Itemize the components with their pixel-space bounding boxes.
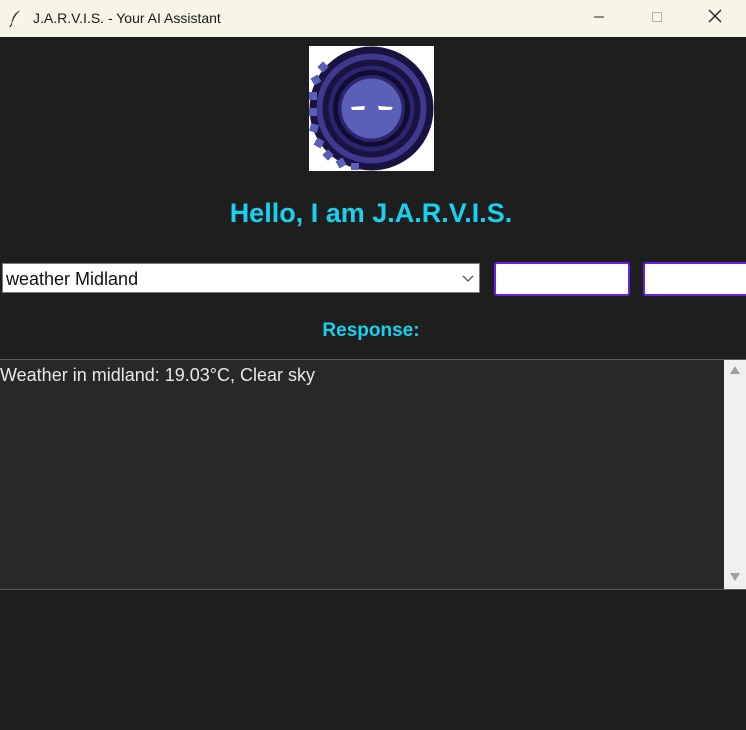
secondary-button[interactable] — [643, 262, 746, 296]
feather-icon — [8, 9, 24, 28]
close-button[interactable] — [686, 0, 744, 37]
greeting-heading: Hello, I am J.A.R.V.I.S. — [229, 198, 513, 228]
triangle-down-icon — [729, 569, 741, 587]
scroll-up-button[interactable] — [724, 362, 746, 380]
close-icon — [708, 9, 722, 28]
minimize-button[interactable] — [570, 0, 628, 37]
chevron-down-icon[interactable] — [461, 271, 475, 285]
app-window: J.A.R.V.I.S. - Your AI Assistant Hello, … — [0, 0, 746, 730]
window-title: J.A.R.V.I.S. - Your AI Assistant — [33, 10, 221, 26]
maximize-button[interactable] — [628, 0, 686, 37]
jarvis-robot-logo — [309, 46, 434, 171]
response-label: Response: — [322, 320, 420, 341]
scroll-down-button[interactable] — [724, 569, 746, 587]
submit-button[interactable] — [494, 262, 630, 296]
maximize-icon — [651, 10, 663, 28]
minimize-icon — [593, 10, 605, 28]
command-combobox[interactable]: weather Midland — [2, 263, 480, 293]
title-bar: J.A.R.V.I.S. - Your AI Assistant — [0, 0, 746, 37]
vertical-scrollbar[interactable] — [724, 360, 746, 589]
command-value: weather Midland — [6, 269, 139, 289]
response-text: Weather in midland: 19.03°C, Clear sky — [0, 365, 316, 385]
response-textarea[interactable]: Weather in midland: 19.03°C, Clear sky — [0, 359, 746, 590]
triangle-up-icon — [729, 362, 741, 380]
